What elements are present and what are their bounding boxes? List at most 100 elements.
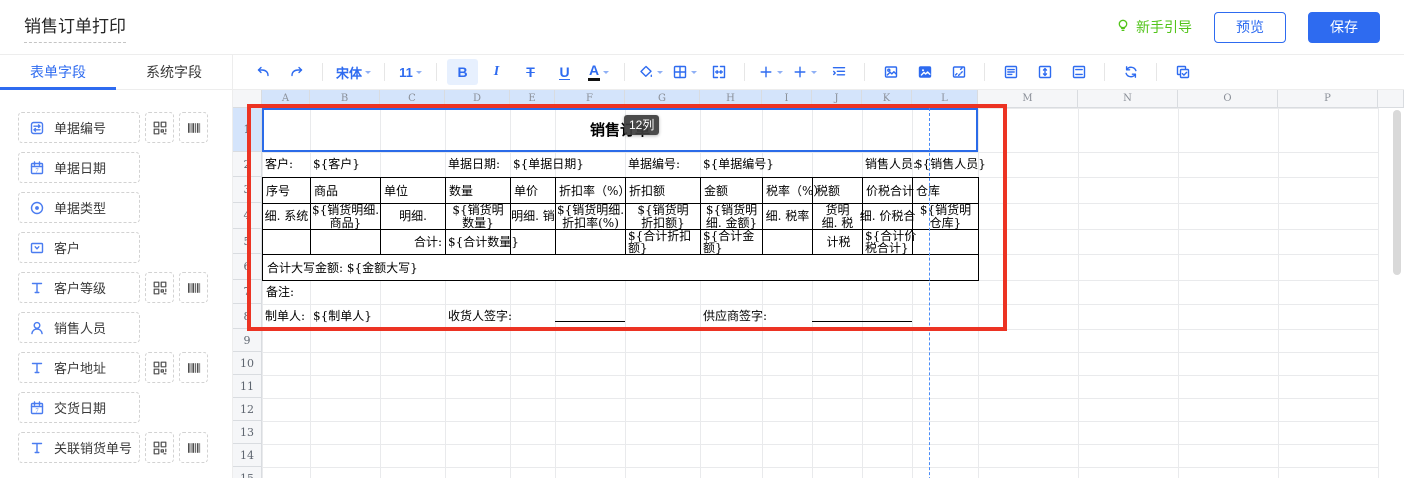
field-item-row: 单据类型 bbox=[18, 192, 232, 223]
text-align-button[interactable] bbox=[995, 59, 1026, 85]
field-客户等级[interactable]: 客户等级 bbox=[18, 272, 140, 303]
italic-button[interactable]: I bbox=[481, 59, 512, 85]
person-icon bbox=[29, 320, 45, 336]
column-header-P[interactable]: P bbox=[1278, 90, 1378, 108]
bold-button[interactable]: B bbox=[447, 59, 478, 85]
redo-icon[interactable] bbox=[281, 59, 312, 85]
qrcode-field-button[interactable] bbox=[145, 112, 174, 143]
preview-button[interactable]: 预览 bbox=[1214, 12, 1286, 43]
row-header-15[interactable]: 15 bbox=[233, 467, 262, 478]
grid-line bbox=[1078, 108, 1079, 478]
row-header-13[interactable]: 13 bbox=[233, 421, 262, 444]
calendar-icon: 7 bbox=[29, 400, 45, 416]
tab-form-fields[interactable]: 表单字段 bbox=[0, 55, 116, 89]
detail-rows-button[interactable] bbox=[823, 59, 854, 85]
qrcode-field-button[interactable] bbox=[145, 352, 174, 383]
page-header: 销售订单打印 新手引导 预览 保存 bbox=[0, 0, 1404, 55]
chevron-down-icon bbox=[416, 71, 422, 77]
refresh-button[interactable] bbox=[1115, 59, 1146, 85]
row-header-12[interactable]: 12 bbox=[233, 398, 262, 421]
spreadsheet-toolbar: 宋体 11 BITUA bbox=[233, 55, 1404, 89]
field-item-row: 关联销货单号 bbox=[18, 432, 232, 463]
col-width-icon bbox=[1071, 64, 1087, 80]
toolbar-divider bbox=[436, 63, 437, 81]
grid-line bbox=[262, 352, 1378, 353]
redo-icon-icon bbox=[289, 64, 305, 80]
field-客户[interactable]: 客户 bbox=[18, 232, 140, 263]
strikethrough-button[interactable]: T bbox=[515, 59, 546, 85]
calendar-icon: 7 bbox=[29, 160, 45, 176]
chevron-down-icon bbox=[657, 71, 663, 77]
page-title[interactable]: 销售订单打印 bbox=[24, 12, 126, 43]
background-image-button[interactable] bbox=[909, 59, 940, 85]
paste-style-button[interactable] bbox=[1167, 59, 1198, 85]
background-image-icon bbox=[917, 64, 933, 80]
font-family-select[interactable]: 宋体 bbox=[333, 59, 374, 85]
merge-cells-icon bbox=[711, 64, 727, 80]
insert-column-button[interactable] bbox=[789, 59, 820, 85]
barcode-field-button[interactable] bbox=[179, 352, 208, 383]
column-header-N[interactable]: N bbox=[1078, 90, 1178, 108]
qrcode-field-button[interactable] bbox=[145, 272, 174, 303]
font-color-button[interactable]: A bbox=[583, 59, 614, 85]
row-header-10[interactable]: 10 bbox=[233, 352, 262, 375]
fill-color-icon bbox=[638, 64, 654, 80]
field-单据日期[interactable]: 7单据日期 bbox=[18, 152, 140, 183]
undo-icon[interactable] bbox=[247, 59, 278, 85]
watermark-button[interactable] bbox=[943, 59, 974, 85]
field-label: 交货日期 bbox=[54, 398, 106, 417]
tab-system-fields[interactable]: 系统字段 bbox=[116, 55, 232, 89]
insert-image-button[interactable] bbox=[875, 59, 906, 85]
field-单据类型[interactable]: 单据类型 bbox=[18, 192, 140, 223]
insert-row-button[interactable] bbox=[755, 59, 786, 85]
underline-button[interactable]: U bbox=[549, 59, 580, 85]
watermark-icon bbox=[951, 64, 967, 80]
insert-column-icon bbox=[792, 64, 808, 80]
chevron-down-icon bbox=[777, 71, 783, 77]
field-label: 销售人员 bbox=[54, 318, 106, 337]
row-header-9[interactable]: 9 bbox=[233, 329, 262, 352]
detail-rows-icon bbox=[831, 64, 847, 80]
vertical-scrollbar[interactable] bbox=[1393, 110, 1401, 275]
toolbar-divider bbox=[1156, 63, 1157, 81]
row-header-14[interactable]: 14 bbox=[233, 444, 262, 467]
chevron-down-icon bbox=[603, 71, 609, 77]
field-tabs: 表单字段 系统字段 bbox=[0, 55, 233, 89]
barcode-field-button[interactable] bbox=[179, 112, 208, 143]
field-销售人员[interactable]: 销售人员 bbox=[18, 312, 140, 343]
toolbar-divider bbox=[1104, 63, 1105, 81]
toolbar-divider bbox=[624, 63, 625, 81]
grid-line bbox=[1178, 108, 1179, 478]
field-关联销货单号[interactable]: 关联销货单号 bbox=[18, 432, 140, 463]
text-icon bbox=[29, 280, 45, 296]
text-align-icon bbox=[1003, 64, 1019, 80]
save-button[interactable]: 保存 bbox=[1308, 12, 1380, 43]
grid-line bbox=[262, 421, 1378, 422]
field-单据编号[interactable]: 单据编号 bbox=[18, 112, 140, 143]
qrcode-field-button[interactable] bbox=[145, 432, 174, 463]
insert-row-icon bbox=[758, 64, 774, 80]
barcode-field-button[interactable] bbox=[179, 432, 208, 463]
beginner-guide-link[interactable]: 新手引导 bbox=[1115, 17, 1192, 37]
chevron-down-icon bbox=[365, 71, 371, 77]
grid-line bbox=[1278, 108, 1279, 478]
fill-color-button[interactable] bbox=[635, 59, 666, 85]
form-fields-panel: 单据编号 7单据日期单据类型客户客户等级销售人员客户地址 7 交货日期关联销货单号 bbox=[0, 90, 233, 478]
row-header-11[interactable]: 11 bbox=[233, 375, 262, 398]
lightbulb-icon bbox=[1115, 18, 1131, 37]
spreadsheet-canvas[interactable]: ABCDEFGHIJKLMNOP123456789101112131415客户:… bbox=[233, 90, 1404, 478]
merge-cells-button[interactable] bbox=[703, 59, 734, 85]
paste-style-icon bbox=[1175, 64, 1191, 80]
border-button[interactable] bbox=[669, 59, 700, 85]
column-header-O[interactable]: O bbox=[1178, 90, 1278, 108]
field-客户地址[interactable]: 客户地址 bbox=[18, 352, 140, 383]
font-size-select[interactable]: 11 bbox=[395, 59, 426, 85]
row-height-button[interactable] bbox=[1029, 59, 1060, 85]
grid-line bbox=[262, 444, 1378, 445]
column-header-filler bbox=[1378, 90, 1404, 108]
field-交货日期[interactable]: 7 交货日期 bbox=[18, 392, 140, 423]
barcode-field-button[interactable] bbox=[179, 272, 208, 303]
col-width-button[interactable] bbox=[1063, 59, 1094, 85]
grid-line bbox=[262, 467, 1378, 468]
grid-line bbox=[262, 398, 1378, 399]
